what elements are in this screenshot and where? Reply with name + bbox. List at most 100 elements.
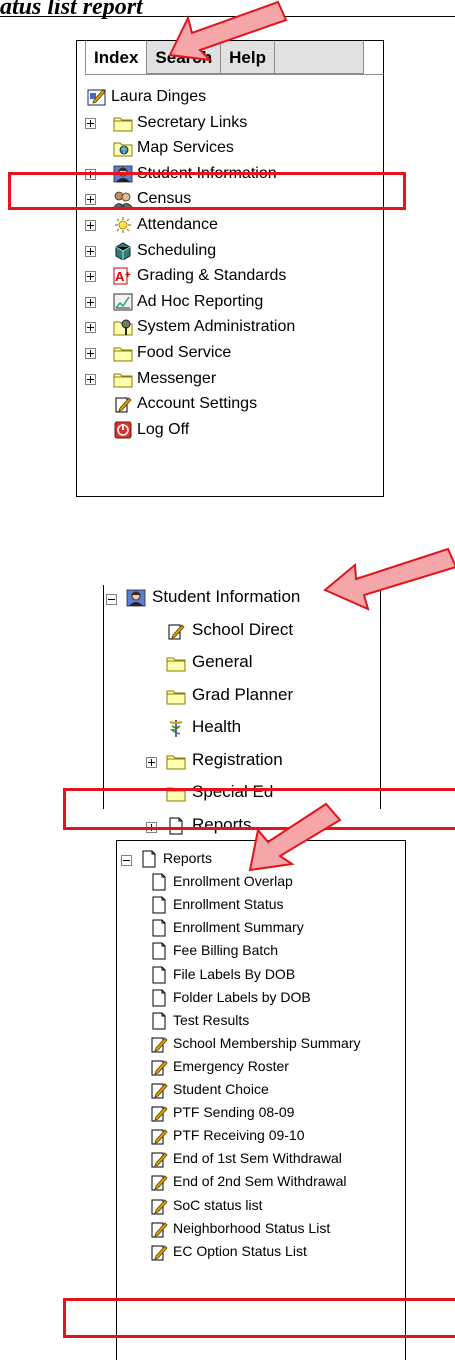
tool-icon xyxy=(149,1058,169,1076)
tree-item-system-administration[interactable]: System Administration xyxy=(77,315,377,339)
tool-icon xyxy=(149,1104,169,1122)
tree-item-label: School Direct xyxy=(192,619,294,639)
tab-index[interactable]: Index xyxy=(85,41,148,74)
tree-root-laura-dinges[interactable]: Laura Dinges xyxy=(77,85,377,109)
expand-toggle-icon[interactable] xyxy=(146,756,157,768)
tool-icon xyxy=(149,1127,169,1145)
tree-item-label: Laura Dinges xyxy=(111,88,207,105)
tree-item-account-settings[interactable]: Account Settings xyxy=(77,392,377,416)
page-icon xyxy=(149,919,169,937)
folder-icon xyxy=(113,344,133,362)
tree-item-ptf-receiving-09-10[interactable]: PTF Receiving 09-10 xyxy=(117,1124,405,1146)
tree-item-messenger[interactable]: Messenger xyxy=(77,367,377,391)
tree-item-ad-hoc-reporting[interactable]: Ad Hoc Reporting xyxy=(77,290,377,314)
tree-item-attendance[interactable]: Attendance xyxy=(77,213,377,237)
tree-item-file-labels-by-dob[interactable]: File Labels By DOB xyxy=(117,963,405,985)
expand-toggle-icon[interactable] xyxy=(85,373,96,385)
page-icon xyxy=(139,850,159,868)
collapse-toggle-icon[interactable] xyxy=(106,594,117,605)
tree-item-label: Reports xyxy=(163,850,213,866)
collapse-toggle-icon[interactable] xyxy=(121,855,132,866)
tree-item-label: Attendance xyxy=(137,216,218,233)
svg-text:A: A xyxy=(115,269,125,284)
tree-item-scheduling[interactable]: Scheduling xyxy=(77,239,377,263)
scheduling-icon xyxy=(113,242,133,260)
tree-item-student-choice[interactable]: Student Choice xyxy=(117,1078,405,1100)
tree-item-end-of-2nd-sem-withdrawal[interactable]: End of 2nd Sem Withdrawal xyxy=(117,1170,405,1192)
expand-toggle-icon[interactable] xyxy=(85,296,96,308)
expand-toggle-icon[interactable] xyxy=(85,117,96,129)
tab-divider xyxy=(85,74,383,75)
pointer-arrow-to-reports xyxy=(248,802,342,872)
tree-item-label: EC Option Status List xyxy=(173,1242,307,1259)
tree-item-secretary-links[interactable]: Secretary Links xyxy=(77,111,377,135)
tree-item-folder-labels-by-dob[interactable]: Folder Labels by DOB xyxy=(117,986,405,1008)
tree-item-enrollment-summary[interactable]: Enrollment Summary xyxy=(117,916,405,938)
tree-item-general[interactable]: General xyxy=(104,650,380,674)
tree-item-label: Grading & Standards xyxy=(137,267,287,285)
tree-item-label: School Membership Summary xyxy=(173,1034,361,1051)
tree-item-ptf-sending-08-09[interactable]: PTF Sending 08-09 xyxy=(117,1101,405,1123)
user-card-icon xyxy=(87,88,107,106)
tree-item-soc-status-list[interactable]: SoC status list xyxy=(117,1194,405,1216)
tree-item-label: Scheduling xyxy=(137,241,217,259)
tool-icon xyxy=(149,1173,169,1191)
tree-item-label: Account Settings xyxy=(137,395,258,413)
tree-item-label: PTF Sending 08-09 xyxy=(173,1104,295,1121)
expand-toggle-icon[interactable] xyxy=(85,322,96,334)
expand-toggle-icon[interactable] xyxy=(85,245,96,257)
page-icon xyxy=(149,896,169,914)
tree-item-fee-billing-batch[interactable]: Fee Billing Batch xyxy=(117,939,405,961)
grading-icon: A + xyxy=(113,267,133,285)
tree-item-label: General xyxy=(192,652,253,671)
tree-item-label: Messenger xyxy=(137,369,217,387)
tool-icon xyxy=(166,622,186,640)
tree-item-grad-planner[interactable]: Grad Planner xyxy=(104,683,380,707)
folder-icon xyxy=(166,687,186,705)
expand-toggle-icon[interactable] xyxy=(85,220,96,231)
tree-item-label: Ad Hoc Reporting xyxy=(137,292,264,310)
highlight-soc-status-list xyxy=(63,1298,455,1338)
tree-item-enrollment-status[interactable]: Enrollment Status xyxy=(117,893,405,915)
admin-icon xyxy=(113,318,133,336)
tree-item-end-of-1st-sem-withdrawal[interactable]: End of 1st Sem Withdrawal xyxy=(117,1147,405,1169)
tree-item-test-results[interactable]: Test Results xyxy=(117,1009,405,1031)
tree-item-label: File Labels By DOB xyxy=(173,965,296,982)
tree-item-neighborhood-status-list[interactable]: Neighborhood Status List xyxy=(117,1217,405,1239)
page-icon xyxy=(149,966,169,984)
tree-item-label: Student Information xyxy=(152,587,301,606)
document-heading: atus list report xyxy=(0,0,143,20)
tree-item-map-services[interactable]: Map Services xyxy=(77,136,377,160)
tree-item-school-membership-summary[interactable]: School Membership Summary xyxy=(117,1032,405,1054)
tree-item-label: Log Off xyxy=(137,420,190,438)
reports-panel: Reports Enrollment Overlap Enrollment Stat… xyxy=(116,840,406,1360)
tree-item-label: Health xyxy=(192,717,242,736)
page-icon xyxy=(149,873,169,891)
tree-item-label: SoC status list xyxy=(173,1196,263,1213)
page-icon xyxy=(149,989,169,1007)
tree-item-emergency-roster[interactable]: Emergency Roster xyxy=(117,1055,405,1077)
tree-item-label: System Administration xyxy=(137,318,296,336)
expand-toggle-icon[interactable] xyxy=(85,348,96,359)
tree-item-label: Student Choice xyxy=(173,1081,269,1097)
svg-text:+: + xyxy=(125,270,131,281)
expand-toggle-icon[interactable] xyxy=(85,271,96,283)
tree-item-school-direct[interactable]: School Direct xyxy=(104,618,380,642)
tree-item-grading-and-standards[interactable]: A + Grading & Standards xyxy=(77,264,377,288)
chart-icon xyxy=(113,293,133,311)
pointer-arrow-to-index-tab xyxy=(168,0,288,62)
tree-item-food-service[interactable]: Food Service xyxy=(77,341,377,365)
tree-item-label: Folder Labels by DOB xyxy=(173,988,311,1005)
tool-icon xyxy=(149,1220,169,1238)
tree-item-label: Grad Planner xyxy=(192,684,294,704)
tree-item-log-off[interactable]: Log Off xyxy=(77,418,377,442)
tree-item-label: Registration xyxy=(192,749,283,769)
tool-icon xyxy=(149,1081,169,1099)
tree-item-health[interactable]: Health xyxy=(104,715,380,739)
tree-item-registration[interactable]: Registration xyxy=(104,748,380,772)
tree-item-label: Neighborhood Status List xyxy=(173,1219,331,1236)
tree-item-ec-option-status-list[interactable]: EC Option Status List xyxy=(117,1240,405,1262)
page-icon xyxy=(149,1012,169,1030)
tree-item-label: Map Services xyxy=(137,139,234,157)
tree-item-label: Fee Billing Batch xyxy=(173,942,279,959)
